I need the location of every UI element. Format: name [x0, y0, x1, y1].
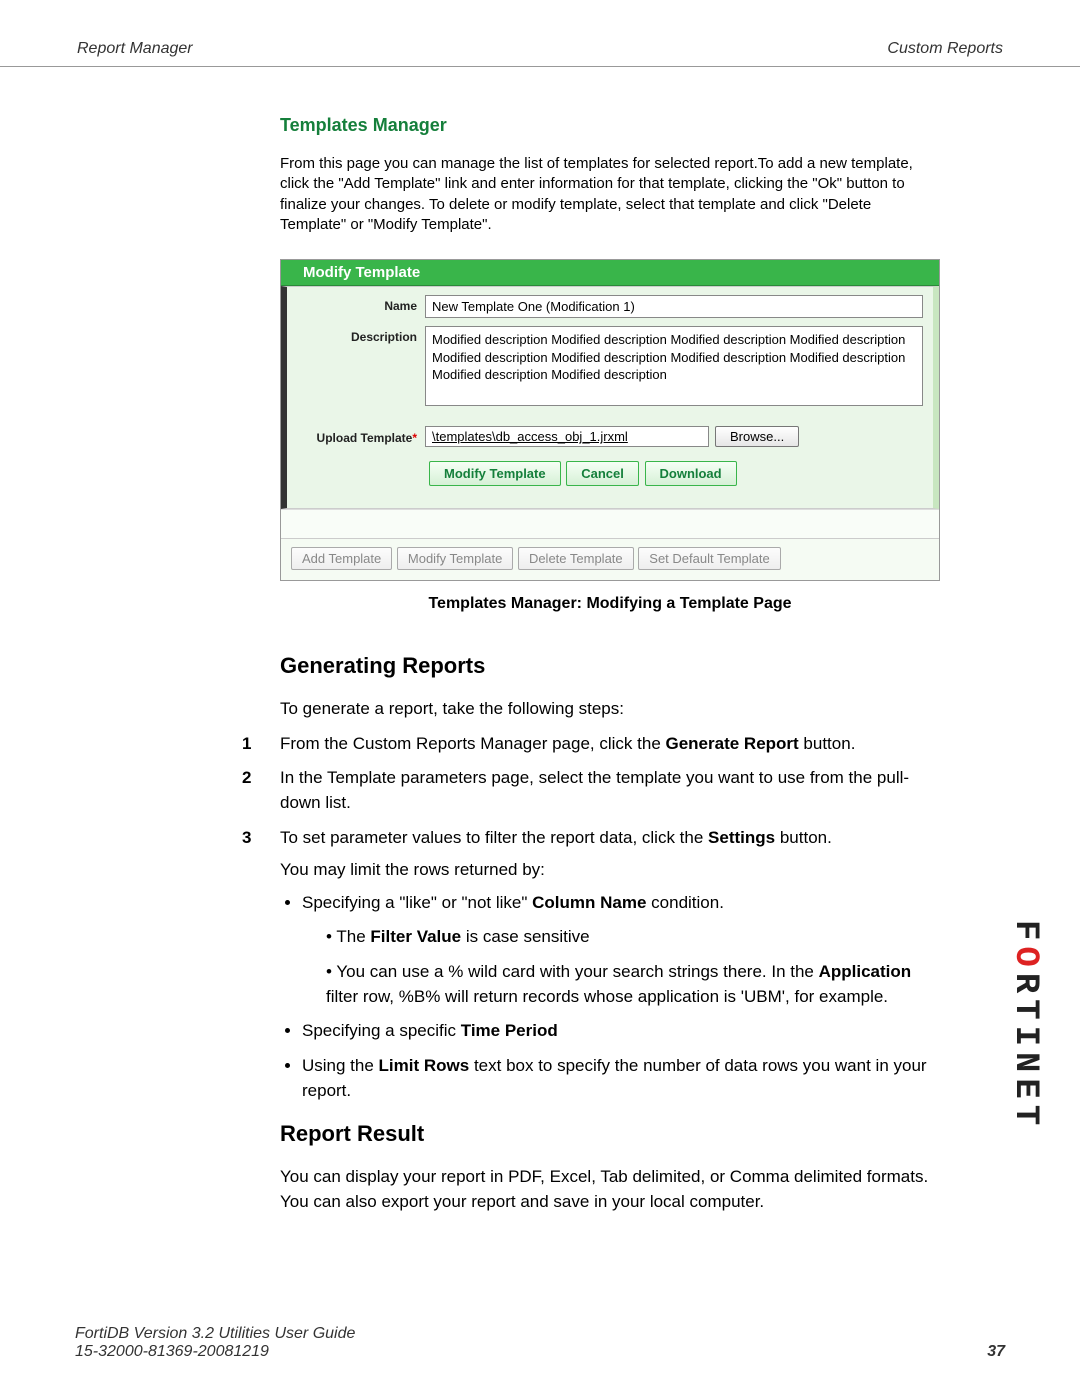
- page-content: Templates Manager From this page you can…: [0, 67, 1080, 1215]
- row-name: Name New Template One (Modification 1): [297, 295, 923, 318]
- page-number: 37: [987, 1343, 1005, 1361]
- modify-template-button[interactable]: Modify Template: [429, 461, 561, 486]
- sub-bullet-wildcard: You can use a % wild card with your sear…: [326, 960, 940, 1009]
- footer-left: FortiDB Version 3.2 Utilities User Guide…: [75, 1325, 355, 1361]
- step-number-2: 2: [242, 766, 251, 791]
- input-upload-path[interactable]: \templates\db_access_obj_1.jrxml: [425, 426, 709, 447]
- report-result-text: You can display your report in PDF, Exce…: [280, 1165, 940, 1214]
- step-number-1: 1: [242, 732, 251, 757]
- screenshot-caption: Templates Manager: Modifying a Template …: [280, 595, 940, 613]
- generating-reports-intro: To generate a report, take the following…: [280, 697, 940, 722]
- step-number-3: 3: [242, 826, 251, 851]
- panel-body: Name New Template One (Modification 1) D…: [281, 286, 939, 509]
- bullet-limit-rows: Using the Limit Rows text box to specify…: [302, 1054, 940, 1103]
- bullet-time-period: Specifying a specific Time Period: [302, 1019, 940, 1044]
- limit-bullets: Specifying a "like" or "not like" Column…: [302, 891, 940, 1103]
- footer-line1: FortiDB Version 3.2 Utilities User Guide: [75, 1325, 355, 1343]
- panel-gap: [281, 509, 939, 538]
- row-upload: Upload Template* \templates\db_access_ob…: [297, 426, 923, 447]
- label-description: Description: [297, 326, 425, 344]
- label-upload: Upload Template*: [297, 429, 425, 445]
- page-footer: FortiDB Version 3.2 Utilities User Guide…: [75, 1325, 1005, 1361]
- bullet-column-name: Specifying a "like" or "not like" Column…: [302, 891, 940, 1010]
- header-left: Report Manager: [75, 40, 193, 58]
- browse-button[interactable]: Browse...: [715, 426, 799, 447]
- templates-manager-description: From this page you can manage the list o…: [280, 154, 940, 235]
- report-result-heading: Report Result: [280, 1121, 940, 1147]
- download-button[interactable]: Download: [645, 461, 737, 486]
- footer-line2: 15-32000-81369-20081219: [75, 1343, 355, 1361]
- step-1: 1 From the Custom Reports Manager page, …: [280, 732, 940, 757]
- step-3: 3 To set parameter values to filter the …: [280, 826, 940, 1104]
- input-description[interactable]: Modified description Modified descriptio…: [425, 326, 923, 406]
- required-asterisk: *: [412, 431, 417, 445]
- input-name[interactable]: New Template One (Modification 1): [425, 295, 923, 318]
- steps-list: 1 From the Custom Reports Manager page, …: [280, 732, 940, 1104]
- cancel-button[interactable]: Cancel: [566, 461, 639, 486]
- templates-manager-title: Templates Manager: [280, 115, 940, 136]
- label-name: Name: [297, 295, 425, 313]
- delete-template-button[interactable]: Delete Template: [518, 547, 634, 570]
- fortinet-logo: FORTINET: [1006, 920, 1044, 1131]
- step-2: 2 In the Template parameters page, selec…: [280, 766, 940, 815]
- modify-template-panel: Modify Template Name New Template One (M…: [280, 259, 940, 581]
- sub-bullets: The Filter Value is case sensitive You c…: [326, 925, 940, 1009]
- panel-action-row: Modify Template Cancel Download: [429, 461, 923, 486]
- add-template-button[interactable]: Add Template: [291, 547, 392, 570]
- sub-bullet-filter-value: The Filter Value is case sensitive: [326, 925, 940, 950]
- panel-footer: Add Template Modify Template Delete Temp…: [281, 538, 939, 580]
- page-header: Report Manager Custom Reports: [0, 0, 1080, 67]
- panel-title: Modify Template: [281, 260, 939, 286]
- modify-template-footer-button[interactable]: Modify Template: [397, 547, 513, 570]
- row-description: Description Modified description Modifie…: [297, 326, 923, 406]
- set-default-template-button[interactable]: Set Default Template: [638, 547, 780, 570]
- generating-reports-heading: Generating Reports: [280, 653, 940, 679]
- header-right: Custom Reports: [887, 40, 1005, 58]
